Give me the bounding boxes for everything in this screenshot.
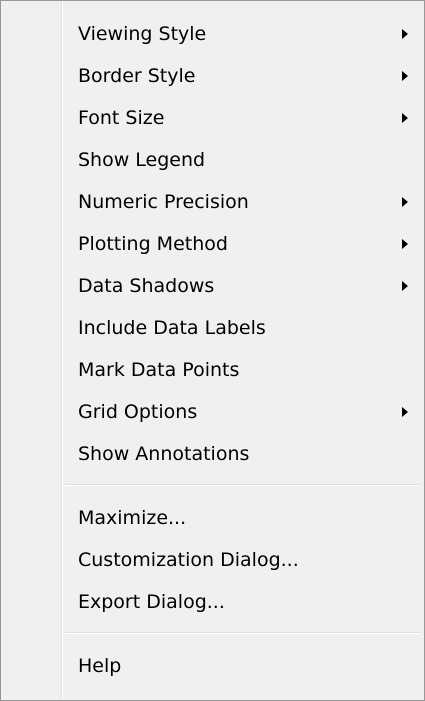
menu-item-label: Help — [78, 655, 122, 677]
menu-item-data-shadows[interactable]: Data Shadows — [4, 265, 421, 307]
menu-item-label: Customization Dialog... — [78, 549, 299, 571]
menu-separator — [65, 632, 421, 634]
menu-item-label: Export Dialog... — [78, 591, 225, 613]
menu-item-label: Data Shadows — [78, 275, 215, 297]
menu-item-show-annotations[interactable]: Show Annotations — [4, 433, 421, 475]
menu-item-include-data-labels[interactable]: Include Data Labels — [4, 307, 421, 349]
menu-item-label: Maximize... — [78, 507, 187, 529]
menu-item-label: Plotting Method — [78, 233, 228, 255]
menu-item-label: Show Legend — [78, 149, 206, 171]
chevron-right-icon — [402, 197, 408, 207]
menu-item-help[interactable]: Help — [4, 645, 421, 687]
context-menu: Viewing Style Border Style Font Size Sho… — [0, 0, 425, 701]
menu-item-border-style[interactable]: Border Style — [4, 55, 421, 97]
menu-item-font-size[interactable]: Font Size — [4, 97, 421, 139]
menu-item-mark-data-points[interactable]: Mark Data Points — [4, 349, 421, 391]
menu-item-numeric-precision[interactable]: Numeric Precision — [4, 181, 421, 223]
menu-item-label: Include Data Labels — [78, 317, 266, 339]
menu-item-label: Font Size — [78, 107, 165, 129]
chevron-right-icon — [402, 71, 408, 81]
menu-item-plotting-method[interactable]: Plotting Method — [4, 223, 421, 265]
menu-item-label: Mark Data Points — [78, 359, 240, 381]
menu-item-grid-options[interactable]: Grid Options — [4, 391, 421, 433]
menu-separator — [65, 484, 421, 486]
chevron-right-icon — [402, 239, 408, 249]
menu-item-label: Grid Options — [78, 401, 198, 423]
chevron-right-icon — [402, 113, 408, 123]
menu-item-label: Border Style — [78, 65, 196, 87]
menu-item-maximize[interactable]: Maximize... — [4, 497, 421, 539]
menu-item-show-legend[interactable]: Show Legend — [4, 139, 421, 181]
chevron-right-icon — [402, 281, 408, 291]
menu-item-viewing-style[interactable]: Viewing Style — [4, 13, 421, 55]
menu-item-label: Show Annotations — [78, 443, 250, 465]
chevron-right-icon — [402, 407, 408, 417]
menu-item-customization-dialog[interactable]: Customization Dialog... — [4, 539, 421, 581]
menu-item-export-dialog[interactable]: Export Dialog... — [4, 581, 421, 623]
menu-item-label: Numeric Precision — [78, 191, 249, 213]
menu-item-label: Viewing Style — [78, 23, 207, 45]
chevron-right-icon — [402, 29, 408, 39]
